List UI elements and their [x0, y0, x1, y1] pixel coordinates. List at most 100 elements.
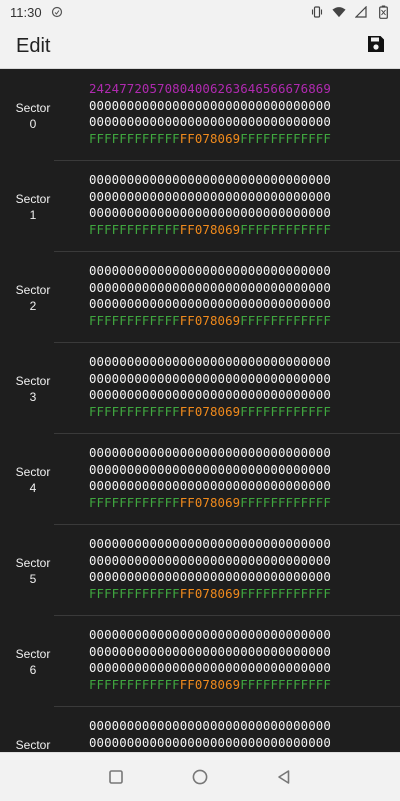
key-a: FFFFFFFFFFFF — [89, 585, 180, 601]
data-block[interactable]: 00000000000000000000000000000000 — [89, 114, 331, 131]
sector-label-text: Sector — [15, 555, 51, 570]
sim-icon — [50, 5, 64, 19]
sector-label: Sector 6 — [0, 616, 66, 707]
sector-7: Sector7 000000000000000000000000000000000… — [0, 707, 400, 752]
data-block[interactable]: 00000000000000000000000000000000 — [89, 569, 331, 586]
sector-3: Sector 3 00000000000000000000000000000000 0… — [0, 343, 400, 434]
key-b: FFFFFFFFFFFF — [240, 676, 331, 692]
key-a: FFFFFFFFFFFF — [89, 676, 180, 692]
key-b: FFFFFFFFFFFF — [240, 585, 331, 601]
sector-trailer[interactable]: FFFFFFFFFFFFFF078069FFFFFFFFFFFF — [89, 495, 331, 512]
wifi-icon — [332, 5, 346, 19]
access-bits: FF078069 — [179, 494, 241, 510]
sector-trailer[interactable]: FFFFFFFFFFFFFF078069FFFFFFFFFFFF — [89, 586, 331, 603]
access-bits: FF078069 — [179, 585, 241, 601]
sector-number: 0 — [29, 116, 37, 131]
battery-icon — [376, 5, 390, 19]
sector-blocks: 00000000000000000000000000000000 00000000… — [89, 172, 331, 238]
data-block[interactable]: 00000000000000000000000000000000 — [89, 172, 331, 189]
data-block[interactable]: 00000000000000000000000000000000 — [89, 205, 331, 222]
sector-blocks: 00000000000000000000000000000000 00000000… — [89, 445, 331, 511]
data-block[interactable]: 00000000000000000000000000000000 — [89, 296, 331, 313]
sector-4: Sector 4 00000000000000000000000000000000 0… — [0, 434, 400, 525]
data-block[interactable]: 00000000000000000000000000000000 — [89, 98, 331, 115]
status-bar-left: 11:30 — [10, 5, 64, 20]
status-bar: 11:30 — [0, 0, 400, 24]
sector-number: 5 — [29, 571, 37, 586]
status-time: 11:30 — [10, 4, 42, 20]
key-b: FFFFFFFFFFFF — [240, 221, 331, 237]
sector-1: Sector 1 00000000000000000000000000000000 0… — [0, 161, 400, 252]
recents-button[interactable] — [103, 764, 129, 790]
sector-label-text: Sector — [15, 737, 51, 752]
sector-trailer[interactable]: FFFFFFFFFFFFFF078069FFFFFFFFFFFF — [89, 222, 331, 239]
sector-6: Sector 6 00000000000000000000000000000000 0… — [0, 616, 400, 707]
sector-trailer[interactable]: FFFFFFFFFFFFFF078069FFFFFFFFFFFF — [89, 677, 331, 694]
sector-2: Sector 2 00000000000000000000000000000000 0… — [0, 252, 400, 343]
sector-trailer[interactable]: FFFFFFFFFFFFFF078069FFFFFFFFFFFF — [89, 313, 331, 330]
sector-label-text: Sector — [15, 373, 51, 388]
data-block[interactable]: 00000000000000000000000000000000 — [89, 462, 331, 479]
sector-trailer[interactable]: FFFFFFFFFFFFFF078069FFFFFFFFFFFF — [89, 131, 331, 148]
data-block[interactable]: 00000000000000000000000000000000 — [89, 735, 331, 752]
data-block[interactable]: 00000000000000000000000000000000 — [89, 553, 331, 570]
data-block[interactable]: 00000000000000000000000000000000 — [89, 189, 331, 206]
data-block[interactable]: 00000000000000000000000000000000 — [89, 280, 331, 297]
sector-label: Sector 5 — [0, 525, 66, 616]
sector-number: 6 — [29, 662, 37, 677]
sector-number: 3 — [29, 389, 37, 404]
data-block[interactable]: 00000000000000000000000000000000 — [89, 371, 331, 388]
data-block[interactable]: 00000000000000000000000000000000 — [89, 263, 331, 280]
sector-number: 1 — [29, 207, 37, 222]
navigation-bar — [0, 752, 400, 801]
data-block[interactable]: 00000000000000000000000000000000 — [89, 445, 331, 462]
triangle-back-icon — [278, 770, 290, 784]
data-block[interactable]: 00000000000000000000000000000000 — [89, 627, 331, 644]
sector-label-text: Sector — [15, 464, 51, 479]
sector-0: Sector 0 24247720570804006263646566676869 0… — [0, 70, 400, 161]
sector-number: 2 — [29, 298, 37, 313]
save-icon — [366, 34, 386, 58]
data-block[interactable]: 00000000000000000000000000000000 — [89, 536, 331, 553]
sector-label: Sector 2 — [0, 252, 66, 343]
status-bar-right — [310, 5, 390, 19]
key-a: FFFFFFFFFFFF — [89, 312, 180, 328]
manufacturer-block[interactable]: 24247720570804006263646566676869 — [89, 81, 331, 98]
access-bits: FF078069 — [179, 676, 241, 692]
sector-blocks: 24247720570804006263646566676869 00000000… — [89, 81, 331, 147]
data-block[interactable]: 00000000000000000000000000000000 — [89, 718, 331, 735]
access-bits: FF078069 — [179, 221, 241, 237]
home-button[interactable] — [187, 764, 213, 790]
vibrate-icon — [310, 5, 324, 19]
sector-5: Sector 5 00000000000000000000000000000000 0… — [0, 525, 400, 616]
sector-label: Sector 1 — [0, 161, 66, 252]
sector-trailer[interactable]: FFFFFFFFFFFFFF078069FFFFFFFFFFFF — [89, 404, 331, 421]
sector-list[interactable]: Sector 0 24247720570804006263646566676869 0… — [0, 70, 400, 752]
sector-blocks: 00000000000000000000000000000000 00000000… — [89, 627, 331, 693]
page-title: Edit — [16, 34, 51, 57]
data-block[interactable]: 00000000000000000000000000000000 — [89, 387, 331, 404]
app-bar: Edit — [0, 24, 400, 69]
sector-blocks: 00000000000000000000000000000000 00000000… — [89, 263, 331, 329]
back-button[interactable] — [271, 764, 297, 790]
square-icon — [109, 770, 123, 784]
sector-label: Sector7 — [0, 707, 66, 752]
sector-label: Sector 0 — [0, 70, 66, 161]
sector-label: Sector 4 — [0, 434, 66, 525]
data-block[interactable]: 00000000000000000000000000000000 — [89, 354, 331, 371]
data-block[interactable]: 00000000000000000000000000000000 — [89, 478, 331, 495]
sector-label-text: Sector — [15, 282, 51, 297]
key-b: FFFFFFFFFFFF — [240, 312, 331, 328]
data-block[interactable]: 00000000000000000000000000000000 — [89, 660, 331, 677]
sector-number: 4 — [29, 480, 37, 495]
key-b: FFFFFFFFFFFF — [240, 494, 331, 510]
sector-label: Sector 3 — [0, 343, 66, 434]
access-bits: FF078069 — [179, 403, 241, 419]
data-block[interactable]: 00000000000000000000000000000000 — [89, 644, 331, 661]
access-bits: FF078069 — [179, 312, 241, 328]
save-button[interactable] — [362, 32, 390, 60]
key-a: FFFFFFFFFFFF — [89, 221, 180, 237]
sector-label-text: Sector — [15, 646, 51, 661]
key-b: FFFFFFFFFFFF — [240, 130, 331, 146]
sector-label-text: Sector — [15, 191, 51, 206]
